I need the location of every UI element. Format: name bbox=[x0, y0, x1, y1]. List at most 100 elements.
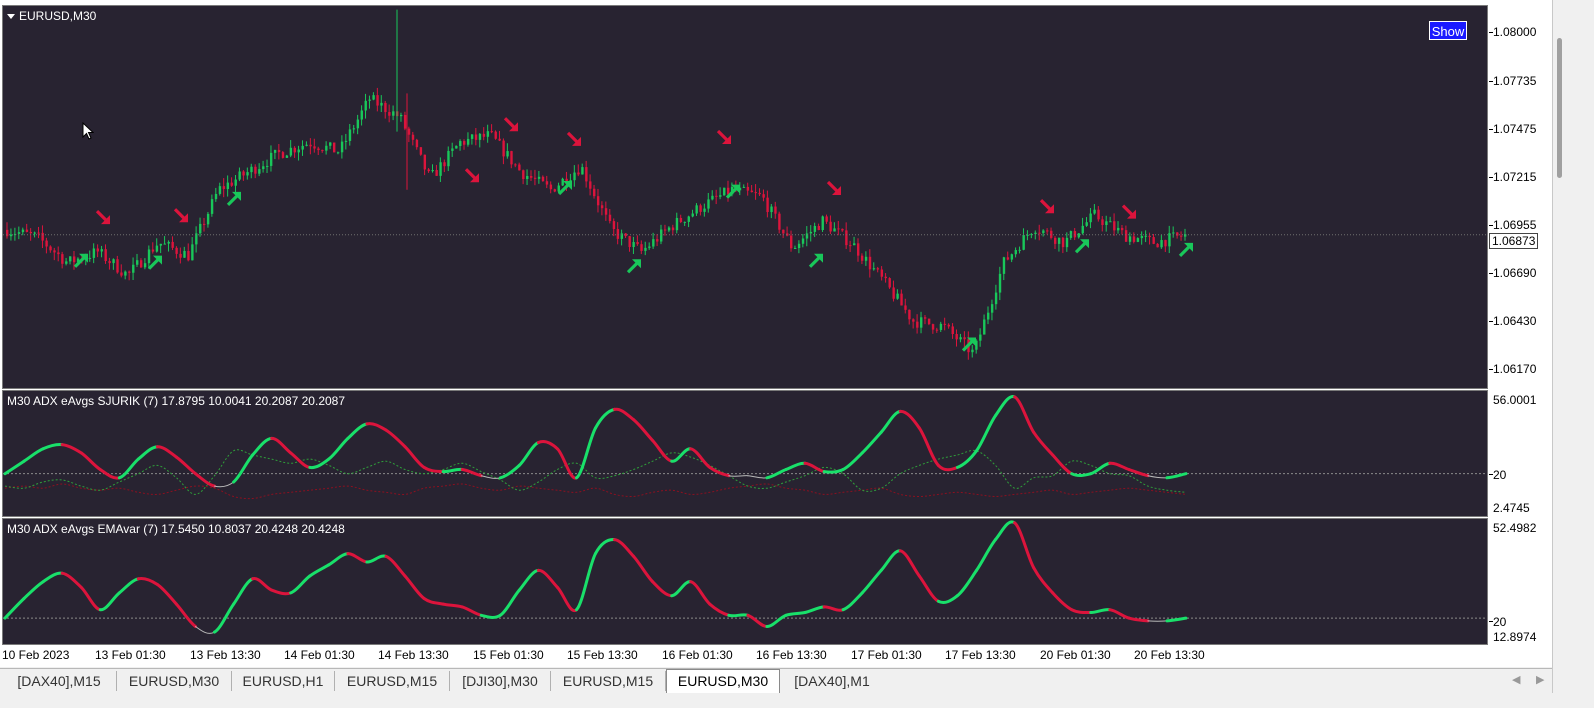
candlestick bbox=[742, 184, 746, 188]
adx-line-segment bbox=[689, 580, 712, 606]
candle-body bbox=[313, 146, 316, 149]
candle-body bbox=[1109, 221, 1112, 223]
price-chart-pane[interactable]: EURUSD,M30 Show bbox=[2, 5, 1488, 389]
price-axis[interactable]: 1.08000 1.07735 1.07475 1.07215 1.06955 … bbox=[1489, 5, 1552, 389]
candle-body bbox=[380, 102, 383, 106]
candle-body bbox=[656, 239, 659, 242]
candle-body bbox=[987, 312, 990, 320]
candlestick bbox=[380, 95, 383, 113]
candle-body bbox=[529, 175, 533, 178]
candlestick bbox=[813, 222, 817, 238]
candle-body bbox=[1065, 237, 1069, 248]
candlestick bbox=[935, 327, 939, 333]
candlestick bbox=[305, 141, 308, 147]
candle-body bbox=[581, 167, 584, 175]
symbol-label-text: EURUSD,M30 bbox=[19, 9, 97, 23]
candlestick bbox=[793, 245, 797, 249]
candlestick bbox=[529, 170, 533, 181]
arrow-shaft bbox=[464, 168, 477, 180]
tab-dax40-m1[interactable]: [DAX40],M1 bbox=[779, 671, 885, 691]
candle-body bbox=[860, 255, 864, 261]
candlestick bbox=[45, 237, 48, 254]
candle-body bbox=[1105, 221, 1108, 225]
candle-body bbox=[187, 250, 190, 261]
vertical-scrollbar[interactable] bbox=[1554, 0, 1566, 190]
candle-body bbox=[533, 177, 537, 179]
candlestick bbox=[368, 95, 371, 109]
candle-body bbox=[210, 199, 214, 214]
candlestick bbox=[41, 225, 44, 249]
candlestick bbox=[463, 139, 466, 150]
candle-body bbox=[72, 256, 76, 263]
candle-body bbox=[494, 131, 497, 139]
candlestick bbox=[896, 289, 899, 300]
sjurik-indicator-pane[interactable]: M30 ADX eAvgs SJURIK (7) 17.8795 10.0041… bbox=[2, 390, 1488, 517]
arrow-shaft bbox=[1074, 242, 1087, 254]
candle-body bbox=[1089, 213, 1092, 223]
candle-body bbox=[336, 152, 340, 154]
candlestick bbox=[849, 240, 852, 253]
adx-line-segment bbox=[1089, 461, 1112, 476]
candlestick bbox=[963, 331, 966, 347]
candlestick bbox=[238, 167, 241, 182]
candle-body bbox=[443, 162, 446, 167]
scrollbar-thumb[interactable] bbox=[1557, 38, 1562, 178]
candle-body bbox=[778, 213, 781, 230]
candlestick bbox=[1081, 217, 1084, 235]
candlestick bbox=[340, 135, 344, 159]
candlestick bbox=[533, 169, 537, 186]
adx-line-segment bbox=[651, 580, 674, 598]
tab-eurusd-m15[interactable]: EURUSD,M15 bbox=[335, 671, 450, 691]
adx-line-segment bbox=[841, 591, 864, 612]
candle-body bbox=[1117, 227, 1120, 231]
candle-body bbox=[415, 139, 419, 148]
candlestick bbox=[1109, 216, 1112, 223]
candlestick bbox=[1077, 233, 1081, 239]
candlestick bbox=[455, 145, 458, 149]
time-axis[interactable]: 10 Feb 2023 13 Feb 01:30 13 Feb 13:30 14… bbox=[0, 646, 1552, 666]
time-label: 16 Feb 13:30 bbox=[756, 648, 827, 662]
emavar-indicator-title: M30 ADX eAvgs EMAvar (7) 17.5450 10.8037… bbox=[7, 522, 345, 536]
dropdown-triangle-icon[interactable] bbox=[7, 13, 15, 19]
adx-line-segment bbox=[251, 577, 274, 592]
tab-dji30-m30[interactable]: [DJI30],M30 bbox=[450, 671, 551, 691]
candle-body bbox=[620, 233, 624, 239]
candle-body bbox=[1164, 240, 1167, 247]
candle-body bbox=[407, 128, 411, 135]
candlestick bbox=[6, 222, 9, 239]
chart-window[interactable]: EURUSD,M30 Show M30 ADX eAvgs SJURIK (7)… bbox=[0, 0, 1552, 667]
sjurik-scale[interactable]: 56.0001 20 2.4745 bbox=[1489, 390, 1552, 517]
triangle-right-icon[interactable]: ▶ bbox=[1536, 673, 1544, 686]
tab-eurusd-m30[interactable]: EURUSD,M30 bbox=[117, 671, 232, 691]
candlestick bbox=[277, 144, 281, 160]
price-chart-svg[interactable] bbox=[3, 6, 1488, 389]
candle-body bbox=[163, 243, 166, 245]
candle-body bbox=[455, 145, 458, 149]
candlestick bbox=[537, 170, 541, 184]
tab-dax40-m15[interactable]: [DAX40],M15 bbox=[2, 671, 117, 691]
candlestick bbox=[884, 273, 887, 283]
candle-body bbox=[246, 172, 249, 176]
emavar-scale[interactable]: 52.4982 20 12.8974 bbox=[1489, 518, 1552, 645]
triangle-left-icon[interactable]: ◀ bbox=[1512, 673, 1520, 686]
candle-body bbox=[88, 257, 92, 259]
emavar-indicator-pane[interactable]: M30 ADX eAvgs EMAvar (7) 17.5450 10.8037… bbox=[2, 518, 1488, 645]
candlestick bbox=[998, 266, 1002, 301]
adx-line-segment bbox=[594, 538, 616, 556]
candlestick bbox=[920, 311, 923, 334]
arrow-down-right-icon bbox=[95, 209, 110, 225]
adx-line-segment bbox=[460, 468, 483, 478]
tab-eurusd-m15-2[interactable]: EURUSD,M15 bbox=[551, 671, 666, 691]
candle-body bbox=[305, 144, 308, 146]
tab-eurusd-m30-active[interactable]: EURUSD,M30 bbox=[666, 669, 780, 693]
candlestick bbox=[427, 168, 430, 173]
candle-body bbox=[691, 213, 694, 217]
candle-body bbox=[49, 246, 52, 251]
show-button[interactable]: Show bbox=[1429, 21, 1467, 40]
candlestick bbox=[478, 133, 482, 148]
tab-eurusd-h1[interactable]: EURUSD,H1 bbox=[232, 671, 335, 691]
arrow-down-right-icon bbox=[566, 131, 581, 146]
adx-line-segment bbox=[1051, 453, 1074, 476]
adx-line-segment bbox=[728, 475, 749, 477]
candlestick bbox=[451, 142, 454, 157]
